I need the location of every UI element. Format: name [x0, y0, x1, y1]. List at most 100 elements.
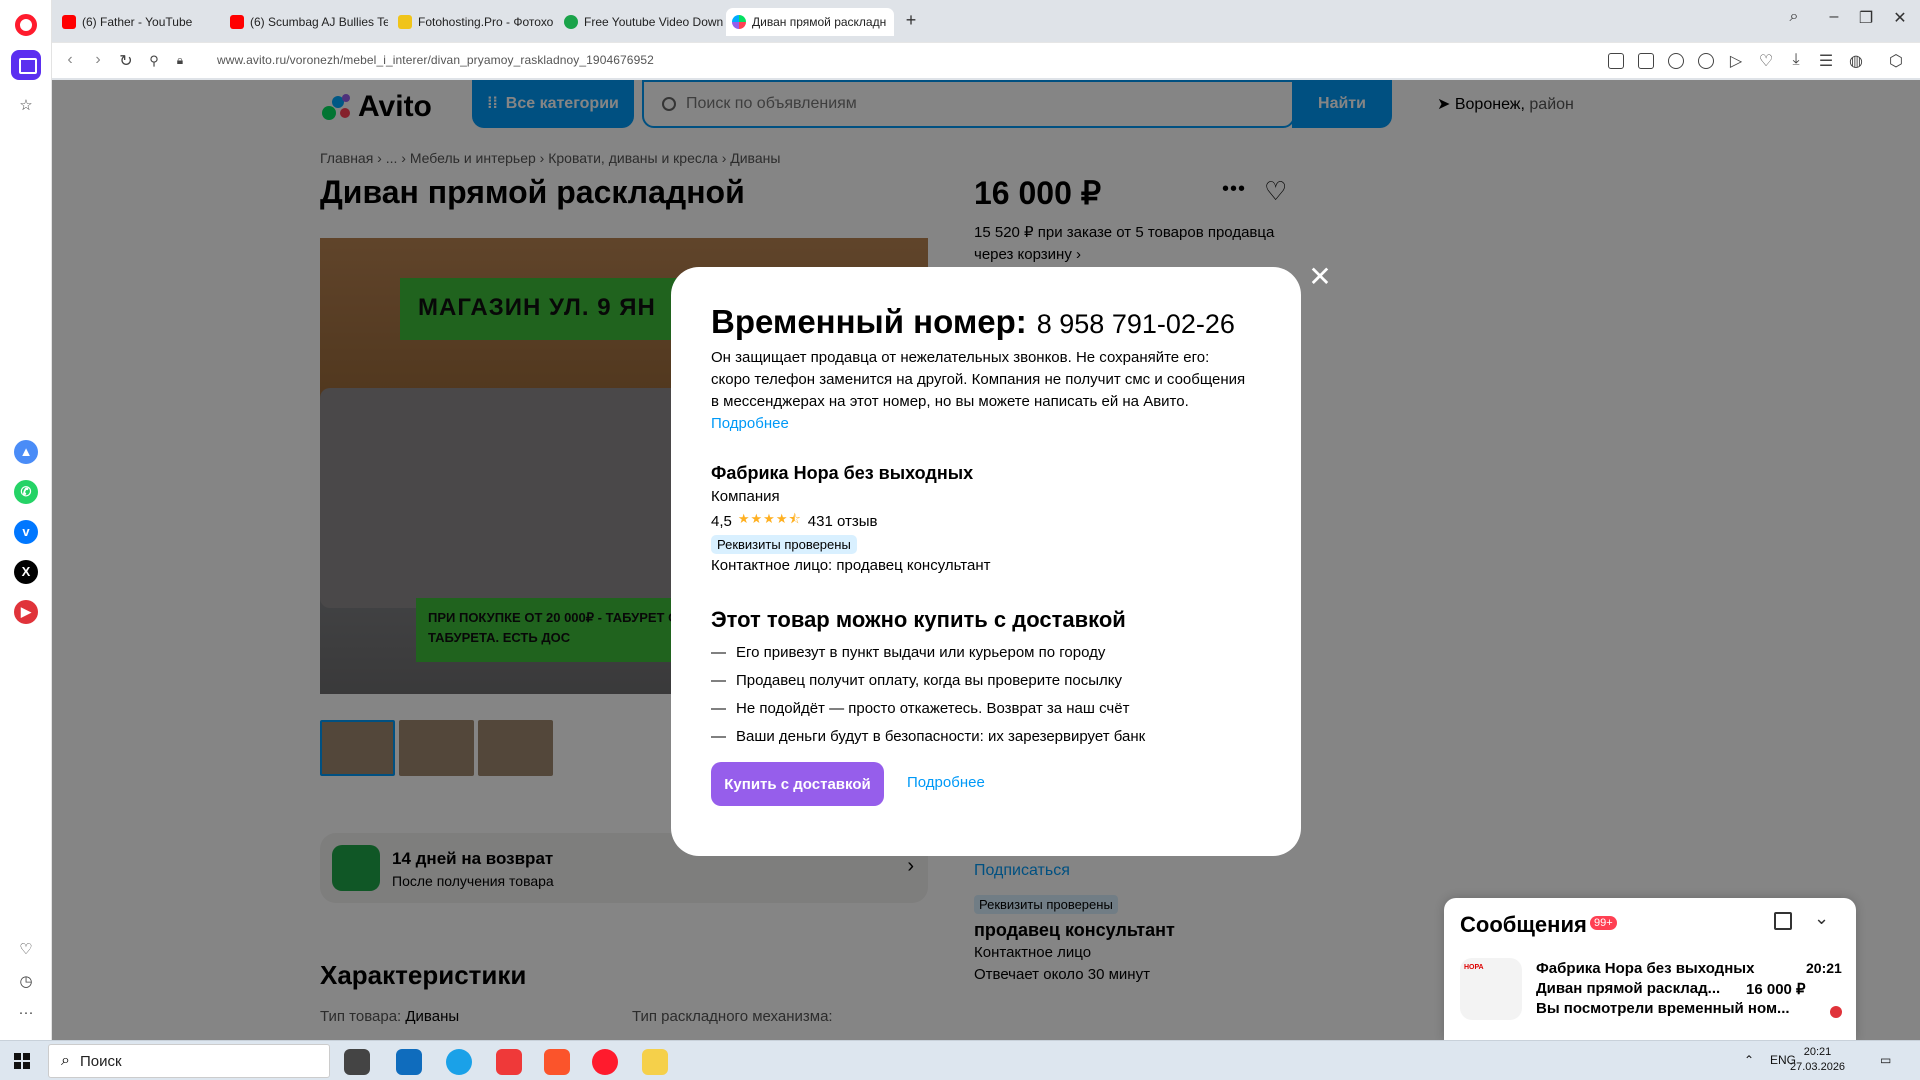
description-text: Он защищает продавца от нежелательных зв… [711, 349, 1246, 410]
tab-video-downloader[interactable]: Free Youtube Video Down [558, 8, 724, 36]
back-icon[interactable]: ‹ [60, 51, 80, 69]
history-icon[interactable]: ◷ [16, 972, 36, 990]
avito-icon [732, 15, 746, 29]
extensions-icon[interactable]: ⬡ [1886, 51, 1906, 71]
avatar[interactable]: НОРА [1460, 958, 1522, 1020]
clock[interactable]: 20:21 27.03.2026 [1790, 1045, 1845, 1075]
chat-price: 16 000 ₽ [1746, 981, 1806, 998]
search-tabs-icon[interactable]: ⌕ [1782, 8, 1806, 26]
reader-icon[interactable] [1608, 53, 1624, 69]
temporary-number-modal: Временный номер: 8 958 791-02-26 Он защи… [671, 267, 1301, 856]
edge-icon[interactable] [446, 1049, 472, 1075]
x-twitter-icon[interactable]: X [14, 560, 38, 584]
chat-name[interactable]: Фабрика Нора без выходных [1536, 960, 1754, 977]
outlook-icon[interactable] [396, 1049, 422, 1075]
delivery-title: Этот товар можно купить с доставкой [711, 607, 1126, 632]
tab-scumbag-youtube[interactable]: (6) Scumbag AJ Bullies Te [224, 8, 388, 36]
taskbar-search[interactable]: ⌕ Поиск [48, 1044, 330, 1078]
opera-icon[interactable] [592, 1049, 618, 1075]
opera-sidebar: ☆ ▲ ✆ v X ▶ ♡ ◷ ··· [0, 0, 52, 1040]
location-pin-icon[interactable]: ⚲ [144, 53, 164, 69]
unread-count-badge: 99+ [1590, 916, 1617, 930]
close-window-icon[interactable]: ✕ [1888, 8, 1912, 28]
reviews-count: 431 отзыв [807, 512, 878, 530]
modal-title: Временный номер: [711, 303, 1027, 340]
tab-title: (6) Father - YouTube [82, 15, 193, 29]
list-item: — Его привезут в пункт выдачи или курьеро… [711, 644, 1106, 661]
heart-icon[interactable]: ♡ [16, 940, 36, 958]
task-view-icon[interactable] [344, 1049, 370, 1075]
favorite-icon[interactable]: ♡ [1756, 51, 1776, 71]
aria-icon[interactable]: ▲ [14, 440, 38, 464]
close-icon[interactable]: ✕ [1307, 263, 1333, 291]
tab-avito-sofa[interactable]: Диван прямой раскладн [726, 8, 894, 36]
downloader-icon [564, 15, 578, 29]
address-bar: ‹ › ↻ ⚲ 🔒︎ www.avito.ru/voronezh/mebel_i… [52, 42, 1920, 78]
rating-value: 4,5 [711, 512, 732, 530]
restore-icon[interactable]: ❐ [1854, 8, 1878, 28]
verified-badge: Реквизиты проверены [711, 535, 857, 554]
tab-title: Диван прямой раскладн [752, 15, 887, 29]
new-tab-icon[interactable]: + [900, 10, 922, 31]
buy-with-delivery-button[interactable]: Купить с доставкой [711, 762, 884, 806]
tab-title: Fotohosting.Pro - Фотохо [418, 15, 554, 29]
chat-item: Диван прямой расклад... [1536, 980, 1721, 997]
forward-icon[interactable]: › [88, 51, 108, 69]
star-icon[interactable]: ☆ [16, 96, 36, 114]
fotohosting-icon [398, 15, 412, 29]
contact-person: Контактное лицо: продавец консультант [711, 557, 991, 574]
rating-stars-icon: ★★★★⯪ [737, 511, 802, 526]
download-icon[interactable]: ⤓ [1786, 51, 1806, 69]
clock-time: 20:21 [1803, 1046, 1832, 1058]
chevron-down-icon[interactable]: ⌄ [1814, 908, 1829, 929]
whatsapp-icon[interactable]: ✆ [14, 480, 38, 504]
tab-title: Free Youtube Video Down [584, 15, 724, 29]
list-item: — Продавец получит оплату, когда вы прове… [711, 672, 1123, 689]
more-icon[interactable]: ··· [16, 1004, 36, 1021]
messages-title: Сообщения [1460, 912, 1587, 937]
tray-chevron-icon[interactable]: ⌃ [1744, 1053, 1754, 1067]
clock-date: 27.03.2026 [1790, 1061, 1846, 1073]
list-item: — Не подойдёт — просто откажетесь. Возвра… [711, 700, 1130, 717]
unread-dot [1830, 1006, 1842, 1018]
home-icon[interactable] [11, 50, 41, 80]
movie-maker-icon[interactable] [642, 1049, 668, 1075]
delivery-benefits: — Его привезут в пункт выдачи или курьеро… [711, 639, 1145, 751]
messages-panel: Сообщения 99+ ⌄ НОРА Фабрика Нора без вы… [1444, 898, 1856, 1040]
taskbar-search-label: Поиск [79, 1052, 122, 1070]
chat-time: 20:21 [1806, 960, 1842, 976]
profile-icon[interactable]: ◍ [1846, 51, 1866, 71]
lock-icon[interactable]: 🔒︎ [170, 53, 190, 68]
seller-rating[interactable]: 4,5 ★★★★⯪ 431 отзыв [711, 510, 878, 532]
search-icon: ⌕ [61, 1052, 70, 1069]
opera-logo-icon[interactable] [15, 14, 37, 36]
seller-type: Компания [711, 488, 780, 505]
notifications-icon[interactable]: ▭ [1880, 1053, 1891, 1067]
music-player-icon[interactable]: ▶ [14, 600, 38, 624]
edit-icon[interactable] [1638, 53, 1654, 69]
minimize-icon[interactable]: – [1822, 8, 1846, 26]
windows-start-icon[interactable] [14, 1053, 30, 1069]
youtube-icon [62, 15, 76, 29]
tab-fotohosting[interactable]: Fotohosting.Pro - Фотохо [392, 8, 554, 36]
seller-name[interactable]: Фабрика Нора без выходных [711, 463, 973, 484]
list-item: — Ваши деньги будут в безопасности: их за… [711, 728, 1146, 745]
description-more-link[interactable]: Подробнее [711, 415, 789, 432]
chat-last-message: Вы посмотрели временный ном... [1536, 1000, 1790, 1017]
reload-icon[interactable]: ↻ [116, 51, 136, 71]
modal-description: Он защищает продавца от нежелательных зв… [711, 347, 1251, 435]
open-external-icon[interactable] [1774, 912, 1792, 930]
tab-father-youtube[interactable]: (6) Father - YouTube [56, 8, 216, 36]
vivaldi-icon[interactable] [496, 1049, 522, 1075]
vk-icon[interactable]: v [14, 520, 38, 544]
url-field[interactable]: www.avito.ru/voronezh/mebel_i_interer/di… [217, 53, 654, 67]
tab-bar: (6) Father - YouTube (6) Scumbag AJ Bull… [52, 0, 1920, 38]
camera-icon[interactable] [1668, 53, 1684, 69]
brave-icon[interactable] [544, 1049, 570, 1075]
easy-setup-icon[interactable]: ☰ [1816, 51, 1836, 71]
more-info-link[interactable]: Подробнее [907, 774, 985, 791]
shield-icon[interactable] [1698, 53, 1714, 69]
taskbar: ⌕ Поиск ⌃ ENG 20:21 27.03.2026 ▭ [0, 1040, 1920, 1080]
play-icon[interactable]: ▷ [1726, 51, 1746, 71]
phone-number[interactable]: 8 958 791-02-26 [1037, 309, 1235, 340]
